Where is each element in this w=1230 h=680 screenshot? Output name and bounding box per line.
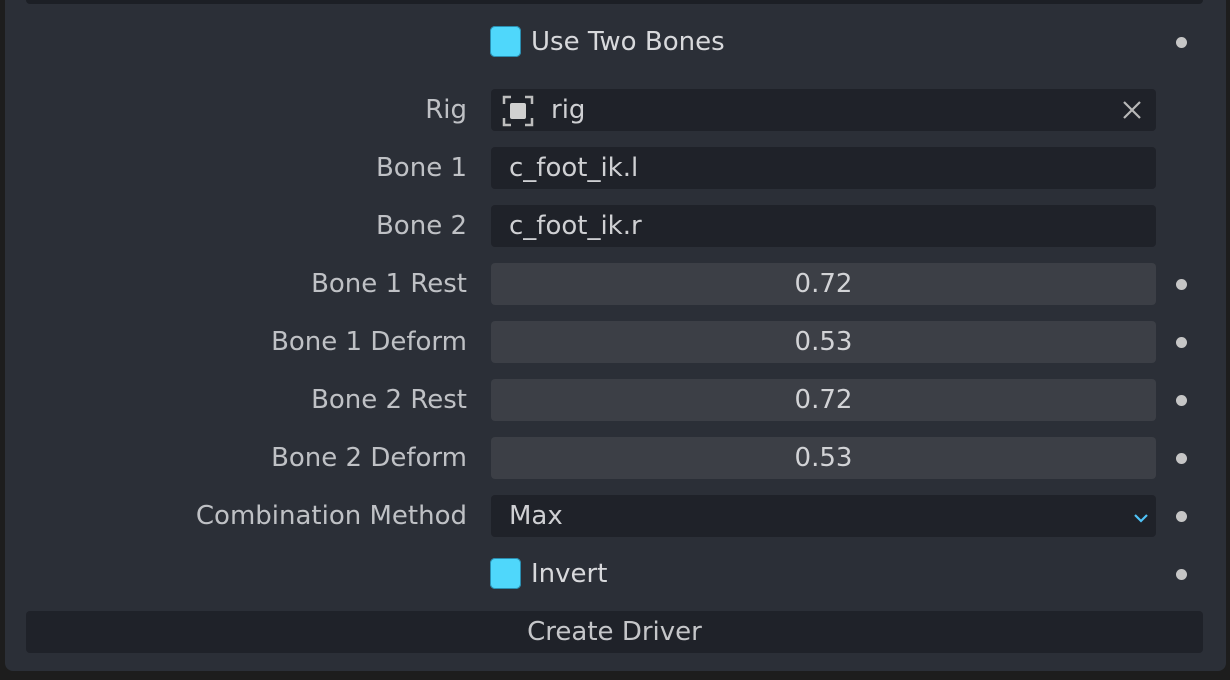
bone1-value: c_foot_ik.l: [509, 153, 639, 183]
use-two-bones-label[interactable]: Use Two Bones: [531, 21, 725, 63]
bone1-rest-label: Bone 1 Rest: [311, 269, 467, 299]
invert-row: Invert: [0, 553, 1230, 595]
panel-top-bar: [26, 0, 1203, 4]
bone2-rest-row: Bone 2 Rest 0.72: [0, 379, 1230, 421]
keyframe-dot-icon[interactable]: [1176, 453, 1187, 464]
keyframe-dot-icon[interactable]: [1176, 37, 1187, 48]
keyframe-dot-icon[interactable]: [1176, 337, 1187, 348]
rig-row: Rig rig: [0, 89, 1230, 131]
use-two-bones-row: Use Two Bones: [0, 21, 1230, 63]
invert-checkbox[interactable]: [490, 558, 521, 589]
rig-label: Rig: [425, 95, 467, 125]
combination-method-value: Max: [509, 501, 563, 531]
bone1-field[interactable]: c_foot_ik.l: [491, 147, 1156, 189]
keyframe-dot-icon[interactable]: [1176, 511, 1187, 522]
keyframe-dot-icon[interactable]: [1176, 395, 1187, 406]
combination-method-label: Combination Method: [195, 501, 467, 531]
bone2-value: c_foot_ik.r: [509, 211, 642, 241]
bone1-label: Bone 1: [375, 153, 467, 183]
keyframe-dot-icon[interactable]: [1176, 279, 1187, 290]
bone2-row: Bone 2 c_foot_ik.r: [0, 205, 1230, 247]
object-icon: [502, 95, 534, 127]
create-driver-button[interactable]: Create Driver: [26, 611, 1203, 653]
bone1-rest-row: Bone 1 Rest 0.72: [0, 263, 1230, 305]
bone2-field[interactable]: c_foot_ik.r: [491, 205, 1156, 247]
bone2-rest-field[interactable]: 0.72: [491, 379, 1156, 421]
keyframe-dot-icon[interactable]: [1176, 569, 1187, 580]
combination-method-row: Combination Method Max: [0, 495, 1230, 537]
bone1-deform-row: Bone 1 Deform 0.53: [0, 321, 1230, 363]
bone1-deform-field[interactable]: 0.53: [491, 321, 1156, 363]
bone1-deform-label: Bone 1 Deform: [271, 327, 467, 357]
bone2-deform-row: Bone 2 Deform 0.53: [0, 437, 1230, 479]
bone1-row: Bone 1 c_foot_ik.l: [0, 147, 1230, 189]
invert-label[interactable]: Invert: [531, 553, 607, 595]
rig-field[interactable]: rig: [491, 89, 1156, 131]
bone2-deform-field[interactable]: 0.53: [491, 437, 1156, 479]
combination-method-dropdown[interactable]: Max: [491, 495, 1156, 537]
bone1-rest-field[interactable]: 0.72: [491, 263, 1156, 305]
rig-value: rig: [551, 95, 586, 125]
use-two-bones-checkbox[interactable]: [490, 26, 521, 57]
chevron-down-icon: [1134, 514, 1148, 523]
bone2-deform-label: Bone 2 Deform: [271, 443, 467, 473]
bone2-label: Bone 2: [375, 211, 467, 241]
bone2-rest-label: Bone 2 Rest: [311, 385, 467, 415]
close-icon[interactable]: [1122, 100, 1142, 120]
